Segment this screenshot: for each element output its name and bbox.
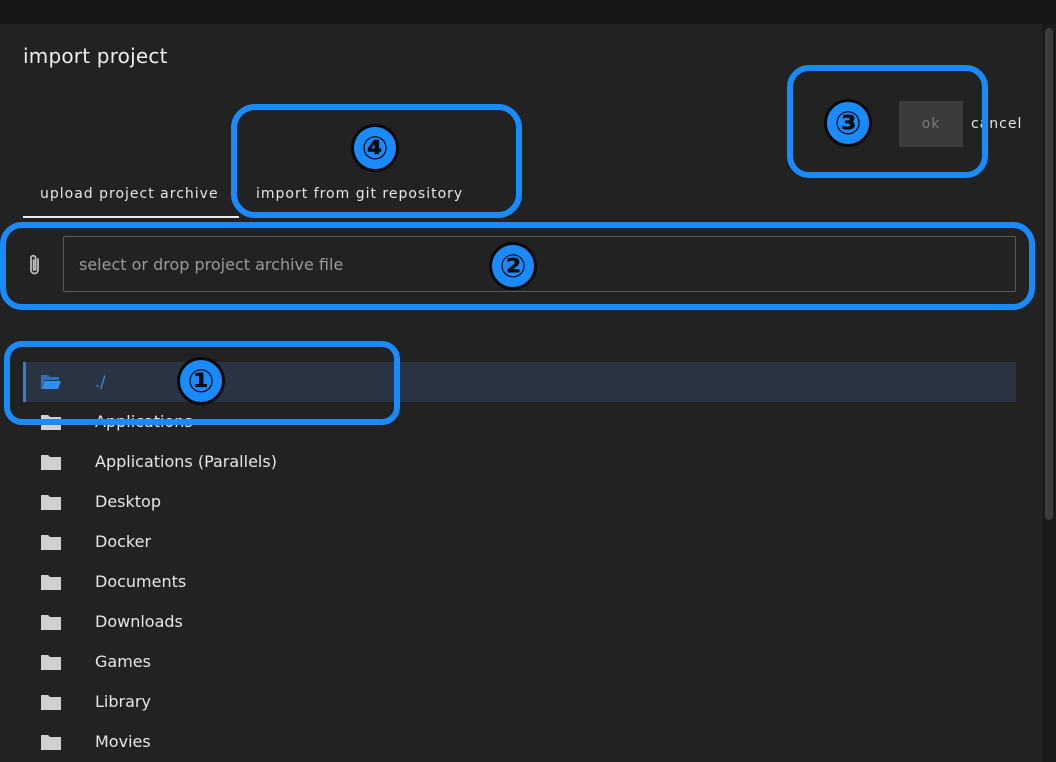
file-name: Games [95, 652, 151, 671]
folder-icon [41, 655, 61, 670]
file-name: Applications (Parallels) [95, 452, 277, 471]
file-row-library[interactable]: Library [23, 682, 1016, 722]
file-row-documents[interactable]: Documents [23, 562, 1016, 602]
project-archive-file-input[interactable] [63, 236, 1016, 292]
file-row-current-dir[interactable]: ./ [23, 362, 1016, 402]
folder-icon [41, 415, 61, 430]
annotation-number-1: ① [177, 357, 225, 405]
active-tab-indicator [23, 216, 239, 218]
file-row-downloads[interactable]: Downloads [23, 602, 1016, 642]
folder-icon [41, 495, 61, 510]
file-name: Library [95, 692, 151, 711]
annotation-number-4: ④ [351, 124, 399, 172]
file-name: Docker [95, 532, 152, 551]
file-row-games[interactable]: Games [23, 642, 1016, 682]
file-name: Downloads [95, 612, 183, 631]
folder-icon [41, 535, 61, 550]
file-browser-list: ./ Applications Applications (Parallels)… [23, 362, 1016, 762]
top-bar [0, 0, 1056, 24]
paperclip-icon[interactable] [25, 253, 45, 277]
file-name: ./ [95, 372, 106, 391]
file-name: Documents [95, 572, 187, 591]
file-row-applications[interactable]: Applications [23, 402, 1016, 442]
file-row-docker[interactable]: Docker [23, 522, 1016, 562]
folder-icon [41, 575, 61, 590]
file-row-desktop[interactable]: Desktop [23, 482, 1016, 522]
tab-import-from-git-repository[interactable]: import from git repository [256, 186, 463, 202]
dialog-title: import project [23, 44, 168, 68]
annotation-number-2: ② [489, 242, 537, 290]
folder-icon [41, 615, 61, 630]
vertical-scrollbar-thumb[interactable] [1045, 28, 1053, 520]
folder-icon [41, 455, 61, 470]
annotation-number-3: ③ [824, 99, 872, 147]
file-name: Movies [95, 732, 151, 751]
folder-open-icon [41, 375, 61, 389]
folder-icon [41, 695, 61, 710]
file-name: Desktop [95, 492, 161, 511]
import-project-dialog: import project ok cancel upload project … [0, 24, 1042, 762]
tab-upload-project-archive[interactable]: upload project archive [40, 186, 219, 202]
cancel-button[interactable]: cancel [967, 114, 1026, 134]
file-row-applications-parallels[interactable]: Applications (Parallels) [23, 442, 1016, 482]
ok-button[interactable]: ok [899, 101, 963, 147]
app-window: import project ok cancel upload project … [0, 0, 1056, 762]
file-name: Applications [95, 412, 193, 431]
folder-icon [41, 735, 61, 750]
file-row-movies[interactable]: Movies [23, 722, 1016, 762]
